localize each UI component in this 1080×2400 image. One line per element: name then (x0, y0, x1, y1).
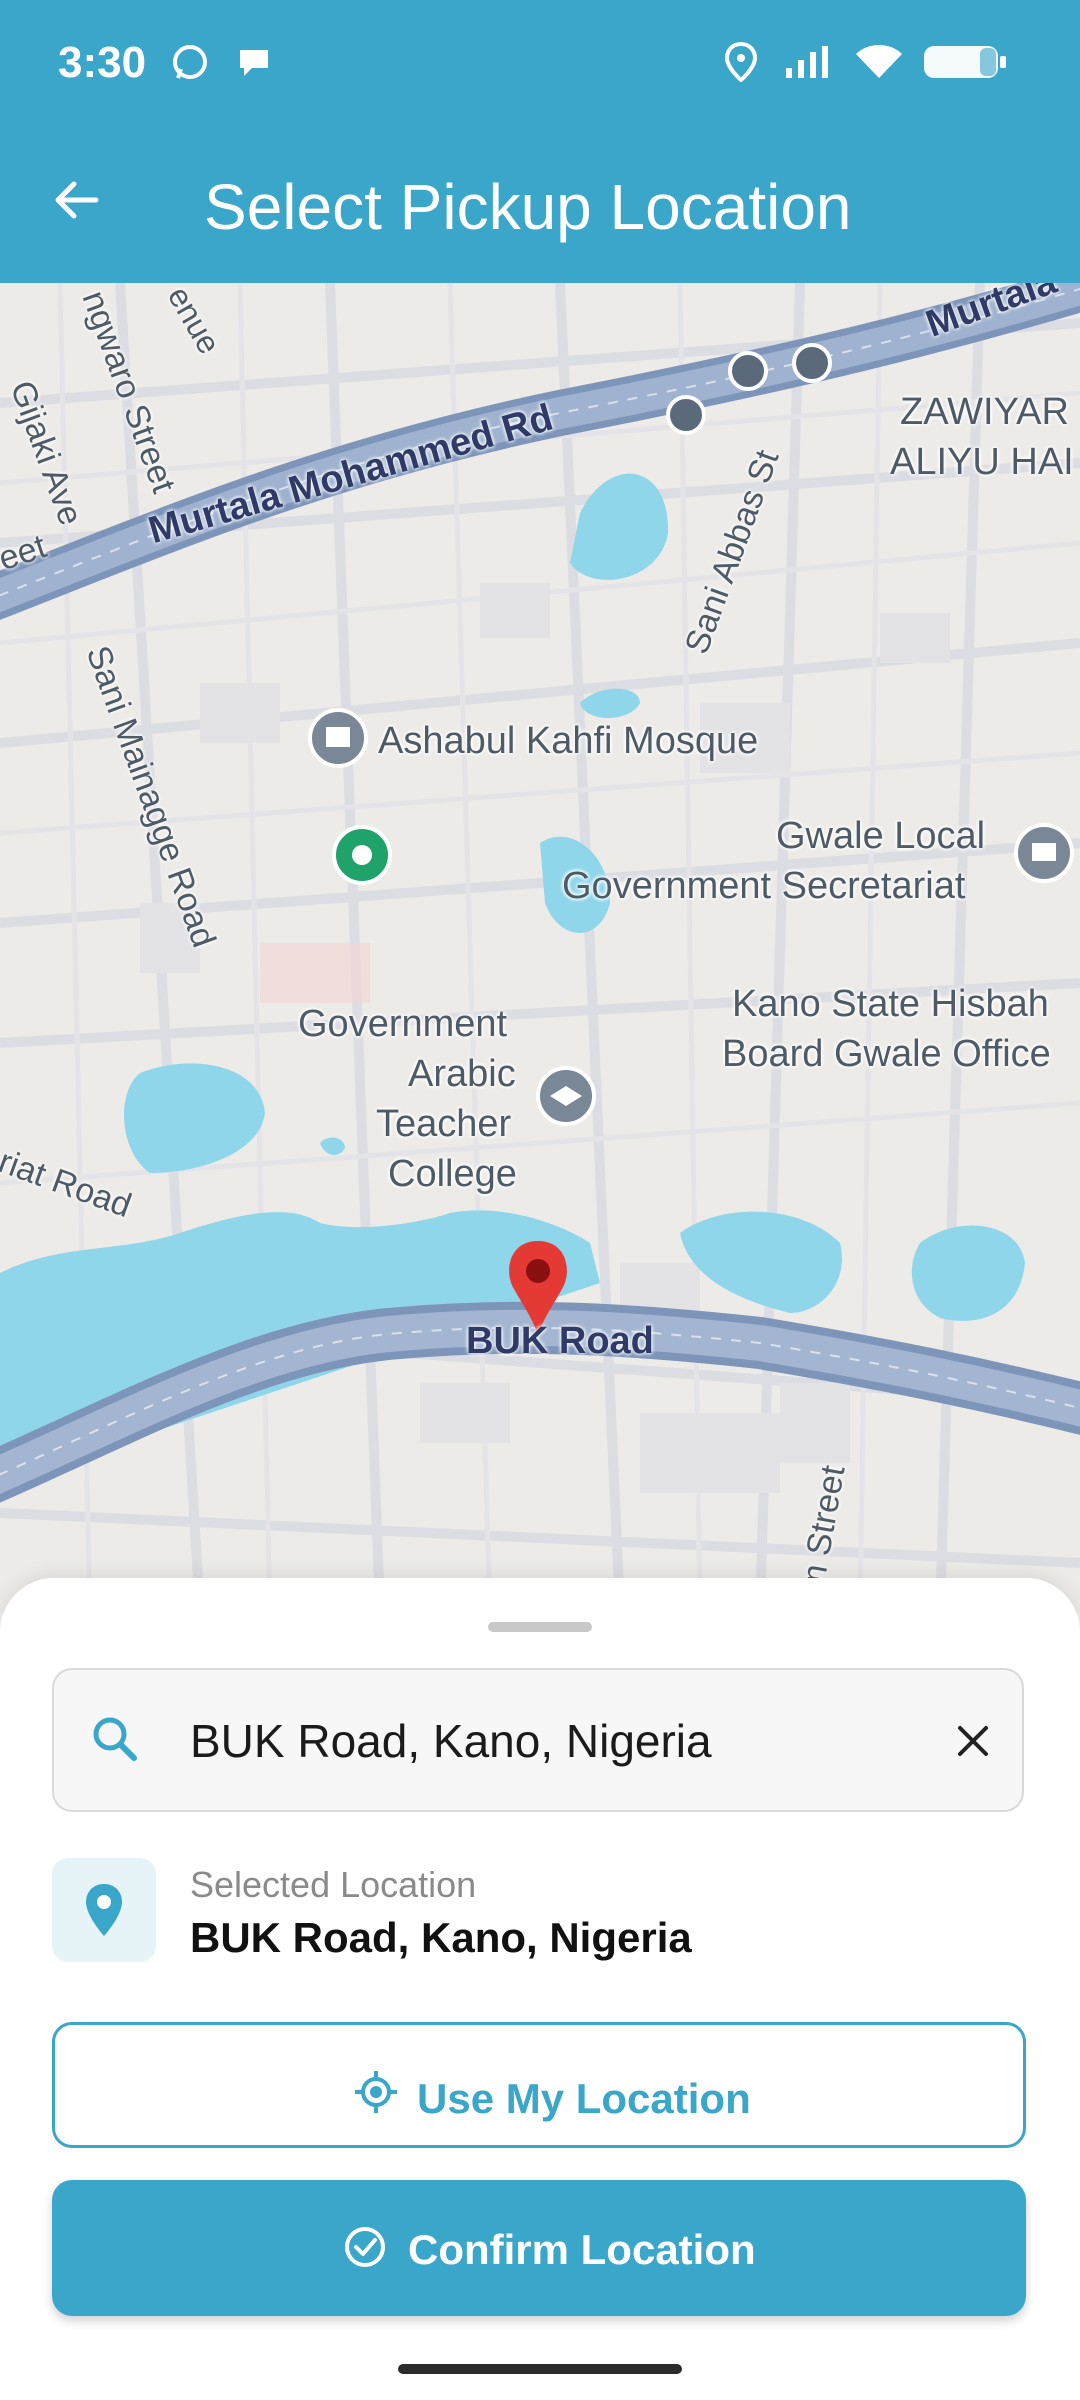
chat-bubble-icon (234, 42, 274, 87)
selected-location-caption: Selected Location (190, 1864, 477, 1905)
location-pin-icon (86, 1884, 122, 1936)
back-arrow-icon[interactable] (48, 172, 104, 228)
confirm-location-button[interactable]: Confirm Location (52, 2180, 1026, 2316)
place-label-college-4: College (388, 1153, 517, 1195)
selected-location-value: BUK Road, Kano, Nigeria (190, 1914, 692, 1961)
place-label-govt-secretariat: Government Secretariat (562, 865, 966, 907)
bottom-sheet: Selected Location BUK Road, Kano, Nigeri… (0, 1578, 1080, 2400)
selected-location: Selected Location BUK Road, Kano, Nigeri… (52, 1858, 1024, 1968)
place-label-hisbah-office: Board Gwale Office (722, 1033, 1051, 1075)
place-label-zawiyar: ZAWIYAR (900, 391, 1069, 433)
home-indicator[interactable] (398, 2364, 682, 2374)
location-icon (724, 41, 758, 87)
use-my-location-label: Use My Location (417, 2075, 751, 2122)
battery-icon (922, 42, 1008, 87)
confirm-location-label: Confirm Location (408, 2226, 756, 2273)
place-label-aliyu: ALIYU HAI (890, 441, 1074, 483)
search-field[interactable] (52, 1668, 1024, 1812)
place-label-gwale-local: Gwale Local (776, 815, 986, 857)
place-label-hisbah: Kano State Hisbah (732, 983, 1049, 1025)
check-circle-icon (345, 2227, 385, 2267)
status-time: 3:30 (58, 38, 147, 87)
search-input[interactable] (190, 1714, 890, 1768)
use-my-location-button[interactable]: Use My Location (52, 2022, 1026, 2148)
drag-handle[interactable] (488, 1622, 592, 1632)
signal-icon (784, 42, 840, 87)
status-bar: 3:30 (0, 0, 1080, 120)
road-label-buk: BUK Road (466, 1320, 654, 1362)
wifi-icon (854, 42, 904, 87)
app-bar: Select Pickup Location (0, 120, 1080, 283)
place-label-college-2: Arabic (408, 1053, 516, 1095)
search-icon (90, 1714, 140, 1769)
page-title: Select Pickup Location (204, 171, 852, 243)
place-label-college-3: Teacher (376, 1103, 512, 1145)
whatsapp-icon (170, 42, 210, 87)
map-view[interactable]: Murtala Mohammed Rd Murtala Sani Abbas S… (0, 283, 1080, 1613)
place-label-college-1: Government (298, 1003, 508, 1045)
my-location-icon (355, 2071, 397, 2113)
location-pin-tile (52, 1858, 156, 1962)
place-label-ashabul-mosque: Ashabul Kahfi Mosque (378, 720, 759, 762)
close-icon[interactable] (950, 1718, 996, 1764)
